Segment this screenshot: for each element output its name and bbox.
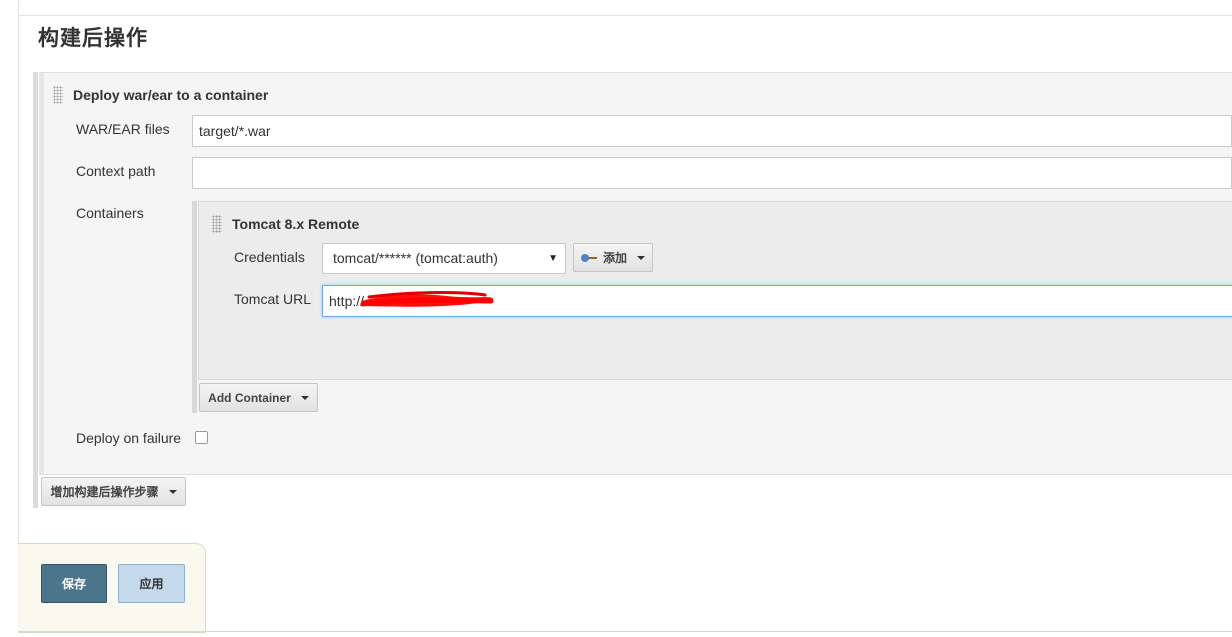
step-bar [39,73,44,474]
containers-label: Containers [76,205,144,221]
add-credentials-button[interactable]: 添加 [573,243,653,272]
bottom-divider [18,631,1232,632]
post-build-actions: Deploy war/ear to a container WAR/EAR fi… [33,72,1232,508]
add-post-build-step-button[interactable]: 增加构建后操作步骤 [41,477,186,506]
step-title: Deploy war/ear to a container [73,87,269,103]
add-container-label: Add Container [208,390,291,405]
container-title: Tomcat 8.x Remote [232,216,360,232]
drag-handle-icon[interactable] [212,215,222,233]
context-path-input[interactable] [192,157,1232,189]
credentials-select[interactable]: tomcat/****** (tomcat:auth) ▼ [322,243,566,274]
container-item: Tomcat 8.x Remote Credentials tomcat/***… [198,201,1232,380]
left-divider [18,0,19,545]
bottom-sticker: 保存 应用 [18,543,206,633]
war-files-input[interactable] [192,115,1232,147]
save-button[interactable]: 保存 [41,564,107,603]
add-credentials-label: 添加 [602,251,627,265]
containers-bar [192,201,197,413]
deploy-on-failure-label: Deploy on failure [76,430,182,446]
deploy-step: Deploy war/ear to a container WAR/EAR fi… [39,72,1232,475]
select-arrow-icon: ▼ [548,253,558,264]
add-container-button[interactable]: Add Container [199,383,318,412]
section-bar [33,72,38,508]
apply-button[interactable]: 应用 [118,564,185,603]
section-title: 构建后操作 [38,27,148,50]
credentials-label: Credentials [234,249,305,265]
caret-down-icon [300,395,309,400]
context-path-label: Context path [76,163,156,179]
tomcat-url-label: Tomcat URL [234,291,312,307]
containers-list: Tomcat 8.x Remote Credentials tomcat/***… [192,201,1232,413]
add-post-build-step-label: 增加构建后操作步骤 [50,485,159,499]
credentials-selected: tomcat/****** (tomcat:auth) [333,250,498,266]
top-divider [18,0,1232,16]
war-files-label: WAR/EAR files [76,121,170,137]
caret-down-icon [168,489,177,494]
jenkins-config-page: 构建后操作 Deploy war/ear to a container WAR/… [0,0,1232,637]
key-icon [580,253,597,262]
redaction-mark [360,291,494,307]
deploy-on-failure-checkbox[interactable] [195,431,208,444]
caret-down-icon [637,255,645,260]
drag-handle-icon[interactable] [53,86,63,104]
